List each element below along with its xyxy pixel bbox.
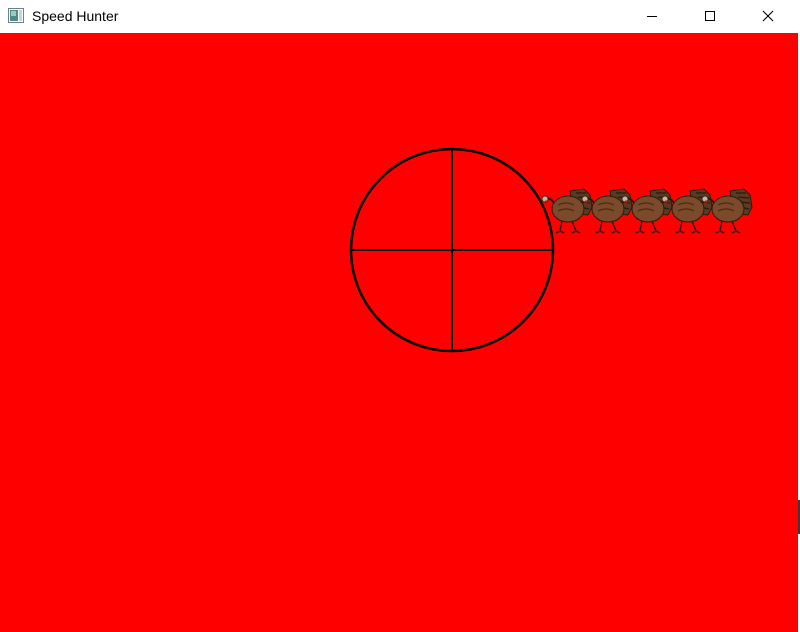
turkey-sprite[interactable] bbox=[700, 185, 760, 239]
game-canvas[interactable] bbox=[0, 33, 798, 632]
maximize-button[interactable] bbox=[687, 0, 733, 32]
close-icon bbox=[762, 10, 774, 22]
game-window: Speed Hunter bbox=[0, 0, 800, 632]
crosshair-reticle[interactable] bbox=[349, 147, 555, 353]
close-button[interactable] bbox=[745, 0, 791, 32]
minimize-icon bbox=[646, 10, 658, 22]
window-title: Speed Hunter bbox=[32, 8, 119, 24]
title-bar[interactable]: Speed Hunter bbox=[0, 0, 800, 33]
window-app-icon bbox=[8, 8, 24, 23]
minimize-button[interactable] bbox=[629, 0, 675, 32]
maximize-icon bbox=[704, 10, 716, 22]
